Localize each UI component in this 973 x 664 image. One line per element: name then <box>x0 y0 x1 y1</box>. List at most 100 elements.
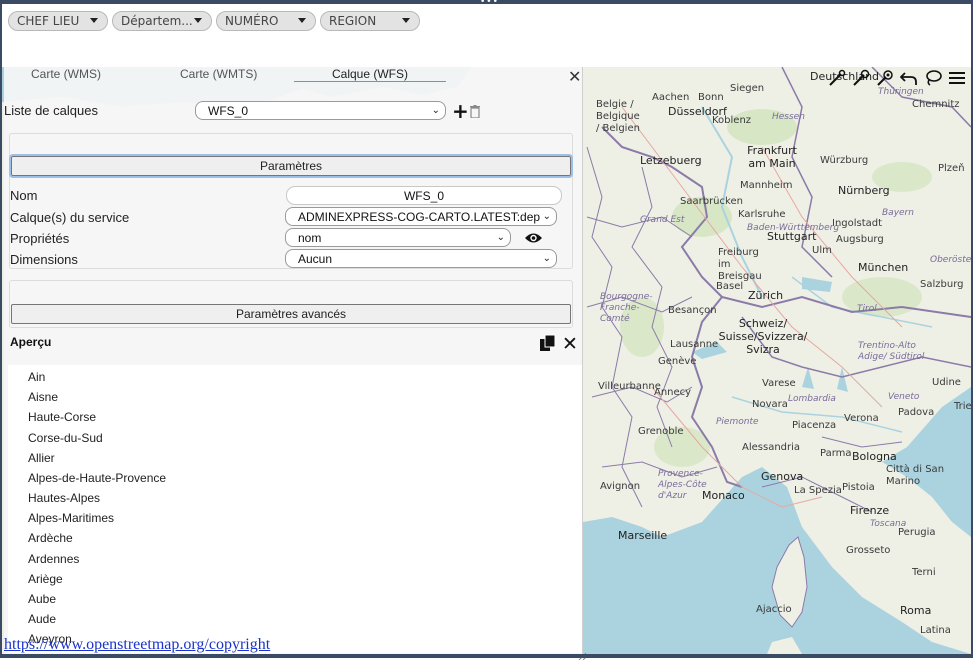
trash-icon[interactable] <box>470 103 480 122</box>
list-item: Alpes-de-Haute-Provence <box>28 471 167 485</box>
chevron-down-icon <box>194 18 202 23</box>
chevron-down-icon: ⌄ <box>431 105 440 116</box>
tab-calque-wfs[interactable]: Calque (WFS) <box>294 67 446 82</box>
dimensions-select[interactable]: Aucun ⌄ <box>285 249 557 268</box>
list-item: Aube <box>28 592 57 606</box>
dimensions-value: Aucun <box>298 251 333 266</box>
dimensions-label: Dimensions <box>10 252 78 267</box>
eye-icon[interactable] <box>524 230 543 249</box>
proprietes-select[interactable]: nom ⌄ <box>285 228 511 247</box>
map-label: Varese <box>762 378 796 389</box>
filter-label: CHEF LIEU <box>17 14 80 28</box>
service-layers-select[interactable]: ADMINEXPRESS-COG-CARTO.LATEST:dep ⌄ <box>285 207 557 226</box>
map-label: Udine <box>932 377 961 388</box>
list-item: Alpes-Maritimes <box>28 511 115 525</box>
filter-region[interactable]: REGION <box>320 11 420 31</box>
attribute-filters: CHEF LIEU Départem... NUMÉRO REGION <box>8 11 420 31</box>
map-label: Terni <box>912 567 936 578</box>
window-left-border <box>0 0 2 658</box>
map-label: Ingolstadt <box>832 218 883 229</box>
nom-input[interactable]: WFS_0 <box>286 186 562 205</box>
lasso-icon[interactable] <box>922 67 943 88</box>
map-label: Bonn <box>698 92 724 103</box>
measure-distance-icon[interactable] <box>826 67 847 88</box>
map-label: Hessen <box>772 112 805 122</box>
map-label: Würzburg <box>820 155 869 166</box>
map-label: Piemonte <box>716 417 759 427</box>
clear-preview-icon[interactable]: ✕ <box>562 333 578 355</box>
list-item: Ain <box>28 370 46 384</box>
window-bottom-bar <box>0 654 973 658</box>
map-label: Karlsruhe <box>738 209 786 220</box>
map-label: Basel <box>716 281 744 292</box>
tab-carte-wms[interactable]: Carte (WMS) <box>31 67 101 81</box>
parametres-toggle[interactable]: Paramètres <box>9 154 573 178</box>
chevron-down-icon: ⌄ <box>542 211 551 222</box>
list-item: Allier <box>28 451 55 465</box>
map-label: Tirol <box>857 304 877 314</box>
osm-copyright-link[interactable]: https://www.openstreetmap.org/copyright <box>4 636 270 654</box>
map-label: Roma <box>900 604 932 617</box>
window-grip-icon[interactable]: ••• <box>480 0 499 7</box>
map-label: München <box>858 261 909 274</box>
list-item: Aisne <box>28 390 59 404</box>
filter-departement[interactable]: Départem... <box>112 11 212 31</box>
service-layers-value: ADMINEXPRESS-COG-CARTO.LATEST:dep <box>298 209 541 224</box>
map-label: Belgie / Belgique / Belgien <box>596 99 640 134</box>
map-label: Chemnitz <box>912 99 960 110</box>
map-label: Zürich <box>748 289 784 302</box>
map-label: Piacenza <box>792 420 837 431</box>
map-label: Nürnberg <box>838 184 890 197</box>
map-label: Pistoia <box>842 482 875 493</box>
list-item: Ardennes <box>28 552 80 566</box>
menu-icon[interactable] <box>946 67 967 88</box>
map-label: Lombardia <box>788 394 836 404</box>
list-item: Aude <box>28 612 57 626</box>
undo-icon[interactable] <box>898 67 919 88</box>
layer-config-panel: Carte (WMS) Carte (WMTS) Calque (WFS) ✕ … <box>4 67 587 661</box>
filter-label: REGION <box>329 14 377 28</box>
filter-label: Départem... <box>121 14 193 28</box>
layer-select-value: WFS_0 <box>208 103 249 118</box>
tab-carte-wmts[interactable]: Carte (WMTS) <box>180 67 257 81</box>
layer-list-label: Liste de calques <box>4 103 98 118</box>
filter-numero[interactable]: NUMÉRO <box>216 11 316 31</box>
map-label: Latina <box>920 625 951 636</box>
map-label: Baden-Württemberg <box>747 223 840 233</box>
resize-grip-icon[interactable] <box>578 645 587 661</box>
measure-area-icon[interactable] <box>850 67 871 88</box>
add-layer-icon[interactable]: + <box>452 99 469 123</box>
nom-label: Nom <box>10 188 38 203</box>
filter-chef-lieu[interactable]: CHEF LIEU <box>8 11 108 31</box>
list-item: Ariège <box>28 572 63 586</box>
proprietes-value: nom <box>298 230 322 245</box>
map-label: Verona <box>844 413 879 424</box>
list-item: Ardèche <box>28 531 73 545</box>
preview-list[interactable]: Ain Aisne Haute-Corse Corse-du-Sud Allie… <box>8 365 582 653</box>
advanced-toggle[interactable]: Paramètres avancés <box>11 304 571 324</box>
map-label: Salzburg <box>920 279 964 290</box>
map-label: Firenze <box>850 504 890 517</box>
layer-select[interactable]: WFS_0 ⌄ <box>195 101 446 120</box>
map-label: Siegen <box>730 83 765 94</box>
map-label: Bayern <box>882 208 914 218</box>
chevron-down-icon <box>298 18 306 23</box>
list-item: Haute-Corse <box>28 410 97 424</box>
map-label: Novara <box>752 399 788 410</box>
measure-azimuth-icon[interactable] <box>874 67 895 88</box>
copy-icon[interactable] <box>539 334 557 356</box>
chevron-down-icon: ⌄ <box>542 253 551 264</box>
proprietes-label: Propriétés <box>10 231 70 246</box>
map-label: Città di San Marino <box>886 464 945 487</box>
panel-tabs: Carte (WMS) Carte (WMTS) Calque (WFS) <box>4 67 583 83</box>
map-label: Aachen <box>652 92 690 103</box>
map-label: Trieste <box>954 401 971 412</box>
map-label: Alessandria <box>742 442 801 453</box>
close-icon[interactable]: ✕ <box>568 67 581 86</box>
map-label: La Spezia <box>794 485 842 496</box>
map-label: Besançon <box>668 305 717 316</box>
map-label: Koblenz <box>712 115 752 126</box>
map-label: Oberöster <box>930 255 971 265</box>
list-item: Corse-du-Sud <box>28 431 103 445</box>
filter-label: NUMÉRO <box>225 14 279 28</box>
